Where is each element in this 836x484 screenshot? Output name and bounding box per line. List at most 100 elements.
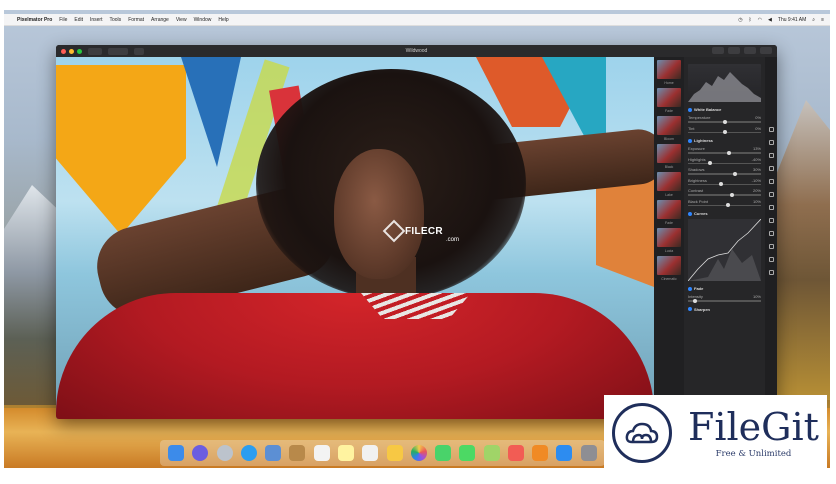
preset-thumb[interactable] bbox=[657, 200, 681, 219]
paint-tool-icon[interactable] bbox=[768, 192, 774, 197]
zoom-level-button[interactable] bbox=[108, 47, 128, 55]
menu-insert[interactable]: Insert bbox=[90, 17, 103, 23]
system-preferences-icon[interactable] bbox=[580, 445, 597, 461]
contacts-icon[interactable] bbox=[289, 445, 306, 461]
preset-thumb[interactable] bbox=[657, 60, 681, 79]
menu-view[interactable]: View bbox=[176, 17, 187, 23]
preset-thumb[interactable] bbox=[657, 228, 681, 247]
preset-thumb[interactable] bbox=[657, 144, 681, 163]
menu-help[interactable]: Help bbox=[218, 17, 228, 23]
close-button[interactable] bbox=[61, 48, 66, 54]
menu-edit[interactable]: Edit bbox=[74, 17, 83, 23]
preset-thumb[interactable] bbox=[657, 116, 681, 135]
numbers-icon[interactable] bbox=[483, 445, 500, 461]
photo-canvas[interactable]: FILECR .com bbox=[56, 57, 654, 419]
menu-tools[interactable]: Tools bbox=[110, 17, 122, 23]
mail-icon[interactable] bbox=[265, 445, 282, 461]
minimize-button[interactable] bbox=[69, 48, 74, 54]
app-store-icon[interactable] bbox=[556, 445, 573, 461]
enabled-toggle-icon[interactable] bbox=[688, 211, 692, 216]
slider-value[interactable]: 30% bbox=[753, 167, 761, 172]
select-tool-icon[interactable] bbox=[768, 179, 774, 184]
maps-icon[interactable] bbox=[386, 445, 403, 461]
section-header[interactable]: Fade bbox=[688, 286, 761, 291]
color-adjust-tool-icon[interactable] bbox=[768, 153, 774, 158]
slider-knob[interactable] bbox=[726, 150, 731, 155]
distort-tool-icon[interactable] bbox=[768, 218, 774, 223]
bluetooth-icon[interactable]: ᛒ bbox=[749, 17, 752, 23]
enabled-toggle-icon[interactable] bbox=[688, 286, 692, 291]
arrange-tool-icon[interactable] bbox=[768, 127, 774, 132]
safari-icon[interactable] bbox=[240, 445, 257, 461]
menu-arrange[interactable]: Arrange bbox=[151, 17, 169, 23]
enabled-toggle-icon[interactable] bbox=[688, 138, 692, 143]
siri-icon[interactable] bbox=[192, 445, 209, 461]
arrange-button[interactable] bbox=[728, 47, 740, 54]
menu-window[interactable]: Window bbox=[194, 17, 212, 23]
preset-thumb[interactable] bbox=[657, 172, 681, 191]
retouch-tool-icon[interactable] bbox=[768, 205, 774, 210]
curves-graph[interactable] bbox=[687, 218, 762, 282]
slider-value[interactable]: 13% bbox=[753, 146, 761, 151]
add-button[interactable] bbox=[134, 47, 144, 55]
menu-format[interactable]: Format bbox=[128, 17, 144, 23]
notes-icon[interactable] bbox=[337, 445, 354, 461]
slider-track[interactable] bbox=[688, 298, 761, 303]
preset-thumb[interactable] bbox=[657, 88, 681, 107]
crop-tool-icon[interactable] bbox=[768, 257, 774, 262]
section-header[interactable]: Curves bbox=[688, 211, 761, 216]
slider-value[interactable]: 10% bbox=[753, 199, 761, 204]
slider-value[interactable]: -10% bbox=[752, 178, 761, 183]
calendar-icon[interactable] bbox=[313, 445, 330, 461]
timemachine-icon[interactable]: ◷ bbox=[738, 17, 742, 23]
type-tool-icon[interactable] bbox=[768, 231, 774, 236]
section-header[interactable]: Lightness bbox=[688, 138, 761, 143]
slider-knob[interactable] bbox=[718, 182, 723, 186]
launchpad-icon[interactable] bbox=[216, 445, 233, 461]
share-button[interactable] bbox=[712, 47, 724, 54]
slider-value[interactable]: 10% bbox=[753, 294, 761, 299]
preset-thumb[interactable] bbox=[657, 256, 681, 275]
slider-track[interactable] bbox=[688, 203, 761, 207]
slider-value[interactable]: -40% bbox=[752, 157, 761, 162]
reminders-icon[interactable] bbox=[362, 445, 379, 461]
effects-tool-icon[interactable] bbox=[768, 166, 774, 171]
messages-icon[interactable] bbox=[435, 445, 452, 461]
slider-knob[interactable] bbox=[722, 119, 727, 124]
slider-track[interactable] bbox=[688, 182, 761, 186]
shape-tool-icon[interactable] bbox=[768, 244, 774, 249]
pen-tool-icon[interactable] bbox=[768, 270, 774, 275]
menu-file[interactable]: File bbox=[59, 17, 67, 23]
slider-track[interactable] bbox=[688, 161, 761, 165]
notification-center-icon[interactable]: ≡ bbox=[821, 17, 824, 23]
slider-knob[interactable] bbox=[693, 298, 698, 303]
slider-knob[interactable] bbox=[722, 130, 727, 134]
slider-track[interactable] bbox=[688, 192, 761, 197]
slider-track[interactable] bbox=[688, 150, 761, 155]
slider-knob[interactable] bbox=[729, 192, 734, 197]
slider-track[interactable] bbox=[688, 130, 761, 134]
finder-icon[interactable] bbox=[168, 445, 185, 461]
slider-value[interactable]: 0% bbox=[755, 126, 761, 131]
enabled-toggle-icon[interactable] bbox=[688, 307, 692, 311]
books-icon[interactable] bbox=[532, 445, 549, 461]
wifi-icon[interactable]: ◠ bbox=[758, 17, 762, 23]
clock[interactable]: Thu 9:41 AM bbox=[778, 17, 806, 23]
photos-icon[interactable] bbox=[410, 445, 427, 461]
volume-icon[interactable]: ◀ bbox=[768, 17, 772, 23]
app-menu[interactable]: Pixelmator Pro bbox=[17, 17, 52, 23]
tools-toggle-button[interactable] bbox=[744, 47, 756, 54]
slider-value[interactable]: 0% bbox=[755, 115, 761, 120]
slider-value[interactable]: 20% bbox=[753, 188, 761, 193]
sidebar-toggle-button[interactable] bbox=[760, 47, 772, 54]
music-icon[interactable] bbox=[507, 445, 524, 461]
slider-knob[interactable] bbox=[707, 161, 712, 165]
section-header[interactable]: White Balance bbox=[688, 107, 761, 112]
style-tool-icon[interactable] bbox=[768, 140, 774, 145]
facetime-icon[interactable] bbox=[459, 445, 476, 461]
slider-knob[interactable] bbox=[726, 203, 731, 207]
section-header[interactable]: Sharpen bbox=[688, 307, 761, 312]
slider-track[interactable] bbox=[688, 119, 761, 124]
zoom-button[interactable] bbox=[77, 48, 82, 54]
view-toggle-button[interactable] bbox=[88, 47, 102, 55]
